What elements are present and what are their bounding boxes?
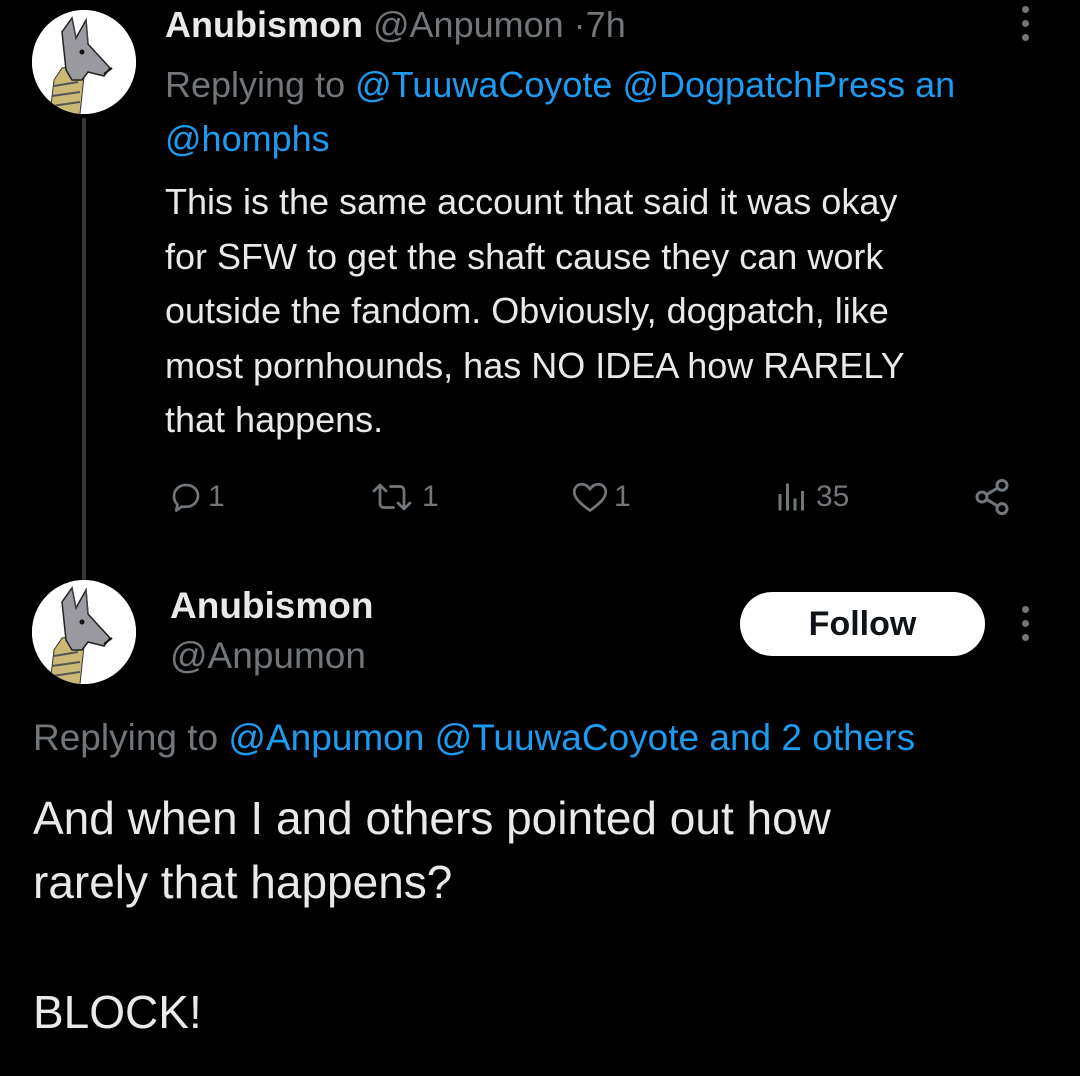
avatar-jackal-drawing — [32, 580, 136, 684]
like-count: 1 — [614, 480, 631, 513]
tweet1-body-line: outside the fandom. Obviously, dogpatch,… — [165, 290, 889, 331]
tweet1-action-bar: 1 1 1 35 — [0, 472, 1080, 522]
mention-link[interactable]: @homphs — [165, 118, 330, 159]
tweet2-reply-prefix: Replying to — [33, 717, 219, 758]
tweet1-reply-prefix: Replying to — [165, 64, 346, 105]
tweet1-separator: · — [573, 4, 586, 45]
reply-button[interactable]: 1 — [168, 472, 225, 522]
tweet2-replying-to: Replying to @Anpumon @TuuwaCoyote and 2 … — [33, 712, 915, 764]
tweet1-header: Anubismon @Anpumon ·7h — [165, 2, 626, 48]
view-count: 35 — [816, 480, 850, 513]
tweet1-more-icon[interactable] — [1019, 4, 1031, 44]
tweet2-more-icon[interactable] — [1019, 604, 1031, 644]
avatar[interactable] — [32, 10, 136, 114]
follow-button[interactable]: Follow — [740, 592, 985, 656]
mention-link[interactable]: @DogpatchPress an — [622, 64, 955, 105]
share-button[interactable] — [972, 472, 1012, 522]
tweet1-body: This is the same account that said it wa… — [165, 175, 1065, 448]
views-button[interactable]: 35 — [772, 472, 849, 522]
tweet1-body-line: that happens. — [165, 399, 384, 440]
tweet1-handle[interactable]: @Anpumon — [373, 4, 564, 45]
tweet2-body-line: rarely that happens? — [33, 856, 453, 908]
tweet1-body-line: This is the same account that said it wa… — [165, 181, 898, 222]
mention-link[interactable]: @TuuwaCoyote — [355, 64, 612, 105]
tweet1-body-line: most pornhounds, has NO IDEA how RARELY — [165, 344, 905, 386]
tweet1-replying-to-cont: @homphs — [165, 112, 330, 166]
tweet1-body-line: for SFW to get the shaft cause they can … — [165, 235, 884, 277]
repost-button[interactable]: 1 — [366, 472, 439, 522]
like-button[interactable]: 1 — [570, 472, 631, 522]
heart-icon — [572, 482, 608, 512]
bar-chart-icon — [778, 483, 804, 511]
mention-link[interactable]: @Anpumon @TuuwaCoyote and 2 others — [228, 717, 915, 758]
repost-count: 1 — [422, 480, 439, 513]
speech-bubble-icon — [172, 483, 200, 512]
repost-arrows-icon — [372, 483, 412, 511]
tweet2-body-last-line: BLOCK! — [33, 986, 202, 1038]
tweet2-body: And when I and others pointed out how ra… — [33, 786, 1053, 914]
tweet2-body-line: And when I and others pointed out how — [33, 792, 831, 844]
avatar-jackal-drawing — [32, 10, 136, 114]
reply-count: 1 — [208, 480, 225, 513]
tweet1-replying-to: Replying to @TuuwaCoyote @DogpatchPress … — [165, 58, 1080, 112]
share-nodes-icon — [975, 478, 1009, 516]
tweet2-display-name[interactable]: Anubismon — [170, 582, 373, 630]
tweet1-time[interactable]: 7h — [586, 4, 626, 45]
avatar[interactable] — [32, 580, 136, 684]
tweet2-handle[interactable]: @Anpumon — [170, 632, 366, 680]
tweet1-display-name[interactable]: Anubismon — [165, 4, 363, 45]
